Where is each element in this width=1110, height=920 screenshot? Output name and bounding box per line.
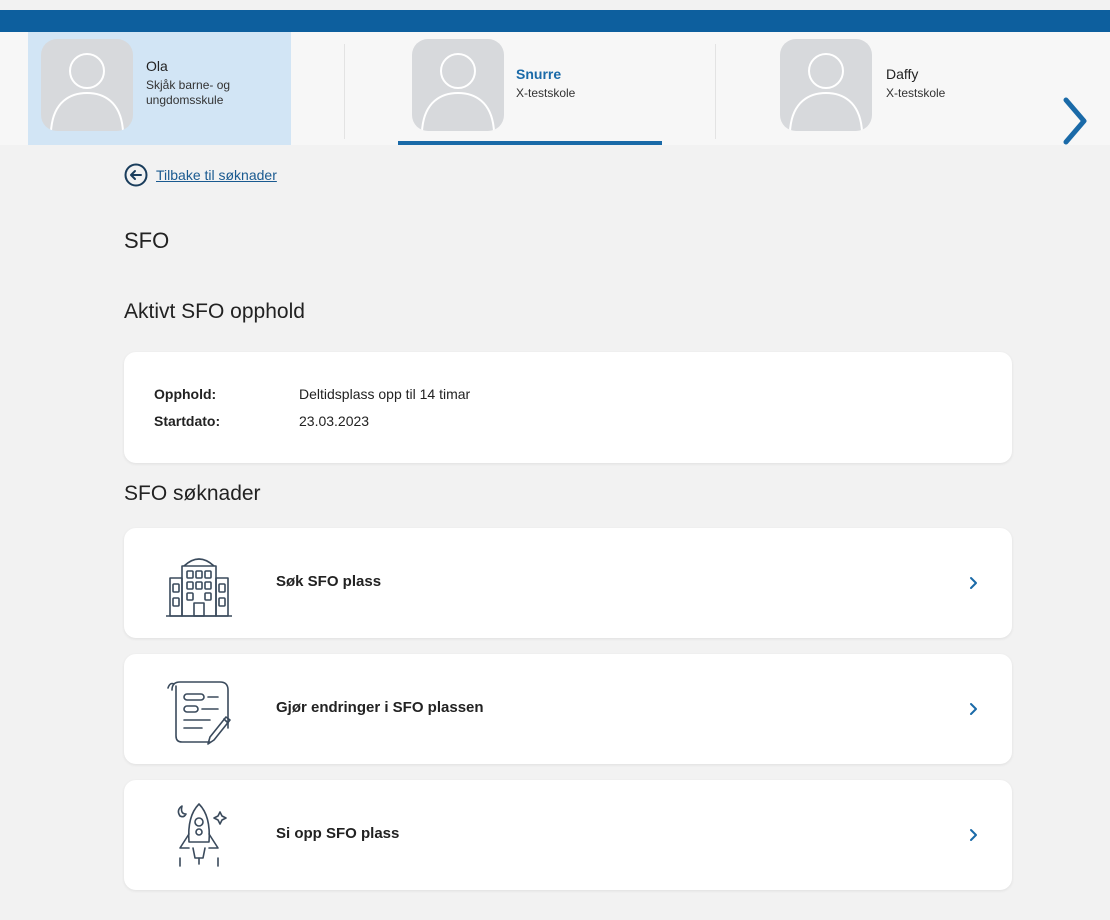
child-name: Ola [146, 58, 168, 74]
person-icon [789, 53, 863, 131]
child-tab-snurre[interactable]: Snurre X-testskole [398, 32, 662, 145]
back-link-label[interactable]: Tilbake til søknader [156, 167, 277, 183]
school-building-icon [166, 558, 232, 617]
child-school: X-testskole [886, 86, 946, 100]
info-label: Startdato: [154, 413, 221, 429]
action-label: Søk SFO plass [276, 573, 382, 590]
apply-sfo-card[interactable]: Søk SFO plass [124, 528, 1012, 638]
person-icon [421, 53, 495, 131]
rocket-icon [177, 803, 227, 867]
action-label: Si opp SFO plass [276, 825, 400, 842]
active-stay-heading: Aktivt SFO opphold [124, 300, 305, 323]
cancel-sfo-card[interactable]: Si opp SFO plass [124, 780, 1012, 890]
document-edit-icon [167, 681, 231, 745]
info-value: Deltidsplass opp til 14 timar [299, 386, 471, 402]
applications-heading: SFO søknader [124, 482, 261, 505]
change-sfo-card[interactable]: Gjør endringer i SFO plassen [124, 654, 1012, 764]
avatar [412, 39, 504, 131]
divider [344, 44, 345, 139]
child-tab-ola[interactable]: Ola Skjåk barne- og ungdomsskule [28, 32, 291, 145]
child-school: Skjåk barne- og ungdomsskule [146, 78, 231, 107]
child-name: Snurre [516, 66, 562, 82]
arrow-left-circle-icon [124, 163, 148, 187]
active-stay-card: Opphold: Deltidsplass opp til 14 timar S… [124, 352, 1012, 463]
avatar [780, 39, 872, 131]
chevron-right-icon [970, 577, 977, 589]
child-school: X-testskole [516, 86, 576, 100]
child-tab-daffy[interactable]: Daffy X-testskole [766, 32, 996, 145]
info-value: 23.03.2023 [299, 413, 370, 429]
back-link[interactable]: Tilbake til søknader [124, 162, 277, 188]
chevron-right-icon [970, 829, 977, 841]
divider [715, 44, 716, 139]
avatar [41, 39, 133, 131]
person-icon [50, 53, 124, 131]
selected-tab-indicator [398, 141, 662, 145]
chevron-right-icon[interactable] [1058, 94, 1092, 148]
action-label: Gjør endringer i SFO plassen [276, 699, 484, 716]
top-bar [0, 10, 1110, 32]
child-name: Daffy [886, 66, 919, 82]
info-label: Opphold: [154, 386, 217, 402]
page-title: SFO [124, 228, 170, 253]
child-selector: Ola Skjåk barne- og ungdomsskule Snurre … [0, 32, 1110, 145]
chevron-right-icon [970, 703, 977, 715]
